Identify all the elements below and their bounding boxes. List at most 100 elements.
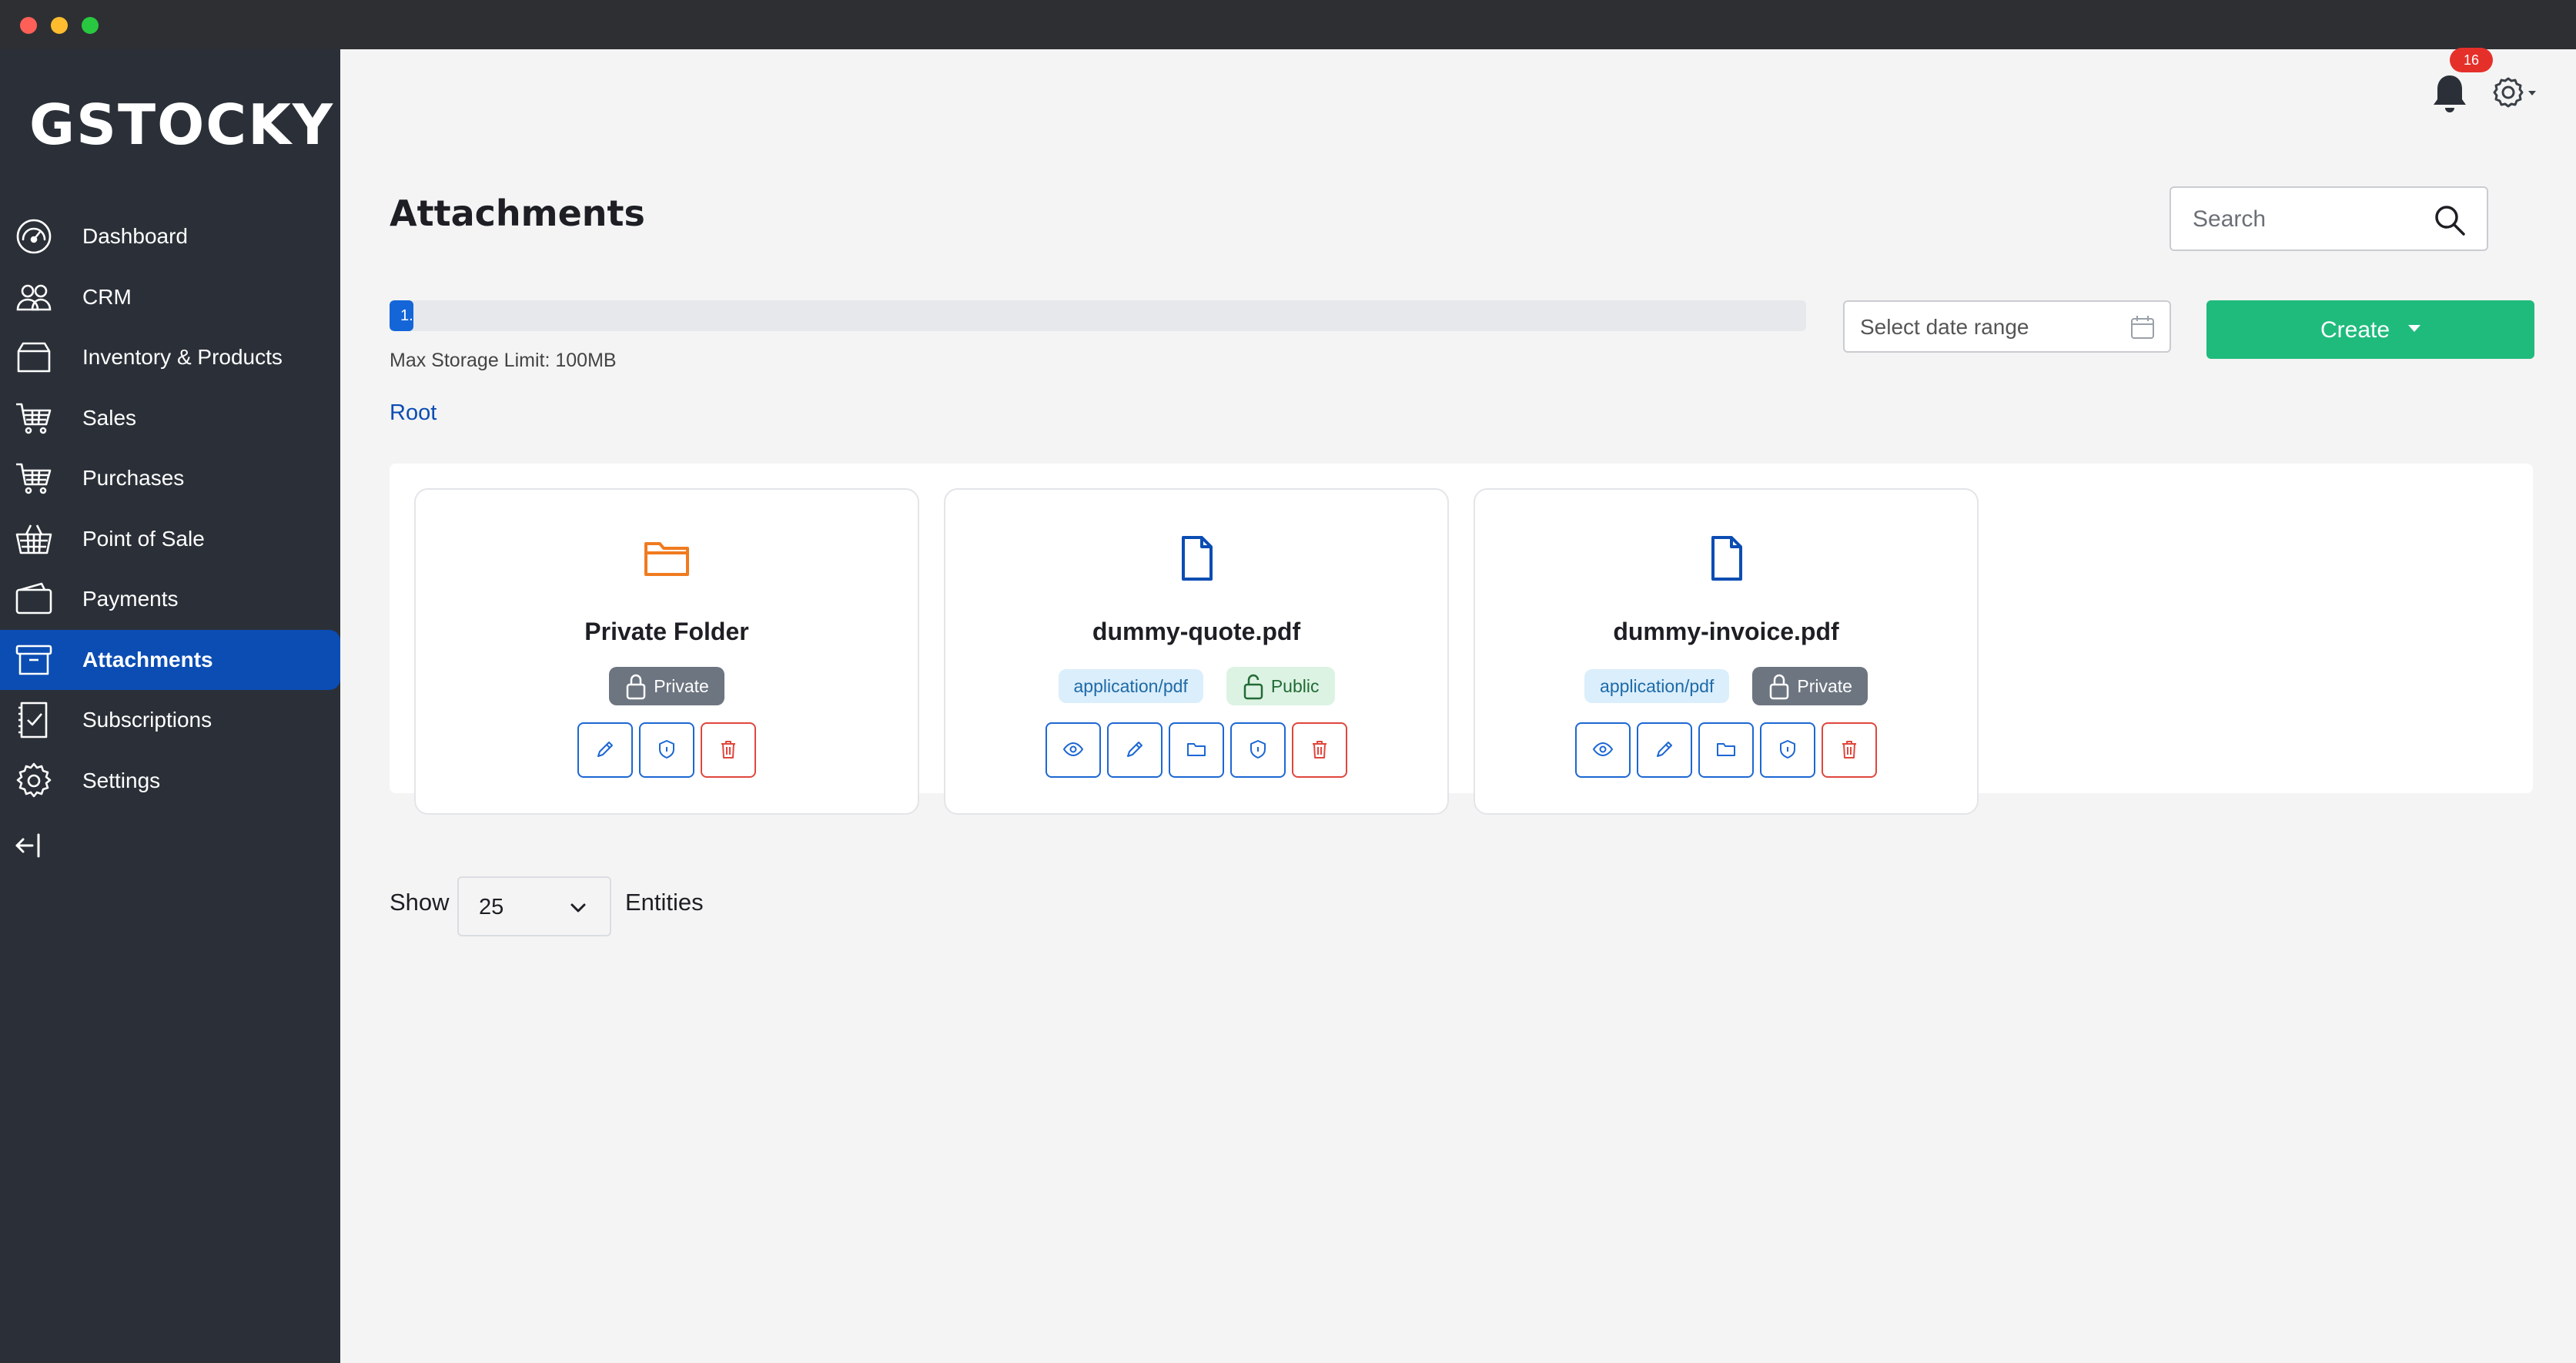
sidebar-item-inventory-and-products[interactable]: Inventory & Products	[0, 327, 340, 388]
permissions-shield-icon	[1247, 738, 1269, 762]
lock-icon	[1768, 672, 1791, 700]
lock-icon	[624, 672, 647, 700]
sidebar-item-purchases[interactable]: Purchases	[0, 448, 340, 509]
sidebar: GSTOCKY Dashboard CRM Inventory & Products…	[0, 49, 340, 1363]
breadcrumb-root-link[interactable]: Root	[390, 400, 437, 426]
page-size-select[interactable]: 25	[457, 876, 611, 936]
create-button-label: Create	[2320, 317, 2390, 343]
sidebar-item-label: Subscriptions	[82, 708, 212, 732]
card-chips: application/pdf Private	[1475, 667, 1977, 705]
show-label: Show	[390, 889, 450, 916]
permissions-shield-icon	[656, 738, 677, 762]
view-button[interactable]	[1575, 722, 1631, 778]
delete-trash-icon	[1838, 738, 1860, 762]
storage-progress-bar: 1.0	[390, 300, 1806, 331]
close-window-button[interactable]	[20, 17, 37, 34]
page-title: Attachments	[390, 193, 645, 234]
move-button[interactable]	[1698, 722, 1754, 778]
card-title[interactable]: dummy-quote.pdf	[945, 618, 1447, 646]
app-logo[interactable]: GSTOCKY	[29, 92, 334, 157]
search-icon[interactable]	[2433, 203, 2467, 237]
search-input[interactable]	[2193, 202, 2439, 237]
page-size-value: 25	[479, 895, 504, 919]
date-range-picker[interactable]	[1843, 300, 2171, 353]
edit-button[interactable]	[577, 722, 633, 778]
storage-progress-fill: 1.0	[390, 300, 414, 331]
minimize-window-button[interactable]	[51, 17, 68, 34]
move-folder-icon	[1715, 738, 1737, 762]
card-title[interactable]: Private Folder	[416, 618, 918, 646]
sidebar-item-label: Settings	[82, 768, 161, 792]
view-eye-icon	[1062, 738, 1084, 762]
sidebar-item-point-of-sale[interactable]: Point of Sale	[0, 509, 340, 570]
card-actions	[1475, 722, 1977, 778]
notifications-bell-icon[interactable]	[2428, 69, 2471, 116]
sidebar-item-subscriptions[interactable]: Subscriptions	[0, 690, 340, 751]
delete-trash-icon	[1309, 738, 1330, 762]
entities-label: Entities	[625, 889, 704, 916]
sidebar-item-label: Point of Sale	[82, 526, 205, 551]
visibility-badge: Private	[609, 667, 724, 705]
sidebar-item-label: Dashboard	[82, 224, 188, 249]
view-eye-icon	[1592, 738, 1614, 762]
view-button[interactable]	[1045, 722, 1101, 778]
main-content: 16 Attachments 1.0 Max Storage Limit: 10…	[340, 48, 2576, 1363]
notification-count-badge: 16	[2450, 48, 2493, 72]
file-card[interactable]: dummy-invoice.pdf application/pdf Private	[1474, 488, 1979, 815]
delete-trash-icon	[718, 738, 739, 762]
card-chips: application/pdf Public	[945, 667, 1447, 705]
box-icon	[14, 337, 54, 377]
calendar-icon	[2131, 316, 2154, 339]
maximize-window-button[interactable]	[82, 17, 99, 34]
visibility-badge: Public	[1226, 667, 1335, 705]
card-actions	[416, 722, 918, 778]
window-titlebar	[0, 0, 2576, 49]
card-title[interactable]: dummy-invoice.pdf	[1475, 618, 1977, 646]
delete-button[interactable]	[1292, 722, 1347, 778]
sidebar-item-dashboard[interactable]: Dashboard	[0, 206, 340, 267]
visibility-label: Private	[1797, 675, 1852, 696]
date-range-input[interactable]	[1860, 311, 2114, 343]
sidebar-item-settings[interactable]: Settings	[0, 751, 340, 812]
delete-button[interactable]	[701, 722, 756, 778]
visibility-badge: Private	[1752, 667, 1868, 705]
card-actions	[945, 722, 1447, 778]
create-dropdown-button[interactable]: Create	[2206, 300, 2534, 359]
unlock-icon	[1242, 672, 1265, 700]
folder-card[interactable]: Private Folder Private	[414, 488, 919, 815]
move-folder-icon	[1186, 738, 1207, 762]
sidebar-item-attachments[interactable]: Attachments	[0, 629, 340, 690]
sidebar-item-label: CRM	[82, 284, 132, 309]
caret-down-icon	[2408, 325, 2420, 332]
permissions-button[interactable]	[1760, 722, 1815, 778]
gear-icon	[14, 761, 54, 801]
search-box	[2170, 186, 2488, 251]
edit-button[interactable]	[1637, 722, 1692, 778]
sidebar-item-payments[interactable]: Payments	[0, 569, 340, 630]
sidebar-item-label: Attachments	[82, 647, 213, 671]
sidebar-item-crm[interactable]: CRM	[0, 267, 340, 328]
collapse-sidebar-icon[interactable]	[14, 829, 48, 862]
edit-button[interactable]	[1107, 722, 1163, 778]
storage-limit-text: Max Storage Limit: 100MB	[390, 350, 617, 371]
permissions-button[interactable]	[639, 722, 694, 778]
permissions-button[interactable]	[1230, 722, 1286, 778]
sidebar-item-label: Payments	[82, 587, 179, 611]
permissions-shield-icon	[1777, 738, 1798, 762]
sidebar-item-label: Inventory & Products	[82, 345, 283, 370]
move-button[interactable]	[1169, 722, 1224, 778]
file-icon	[1171, 533, 1222, 584]
file-card[interactable]: dummy-quote.pdf application/pdf Public	[944, 488, 1449, 815]
edit-pencil-icon	[1654, 738, 1675, 762]
mime-type-badge: application/pdf	[1584, 669, 1730, 703]
settings-dropdown-gear-icon[interactable]	[2488, 71, 2539, 114]
speedometer-icon	[14, 216, 54, 256]
attachments-grid: Private Folder Private dummy-quote.pdf appl…	[390, 464, 2533, 815]
visibility-label: Private	[654, 675, 709, 696]
delete-button[interactable]	[1822, 722, 1877, 778]
cart-icon	[14, 398, 54, 438]
sidebar-nav: Dashboard CRM Inventory & Products Sales Pur…	[0, 206, 340, 811]
visibility-label: Public	[1270, 675, 1320, 696]
chevron-down-icon	[570, 903, 586, 913]
sidebar-item-sales[interactable]: Sales	[0, 388, 340, 449]
